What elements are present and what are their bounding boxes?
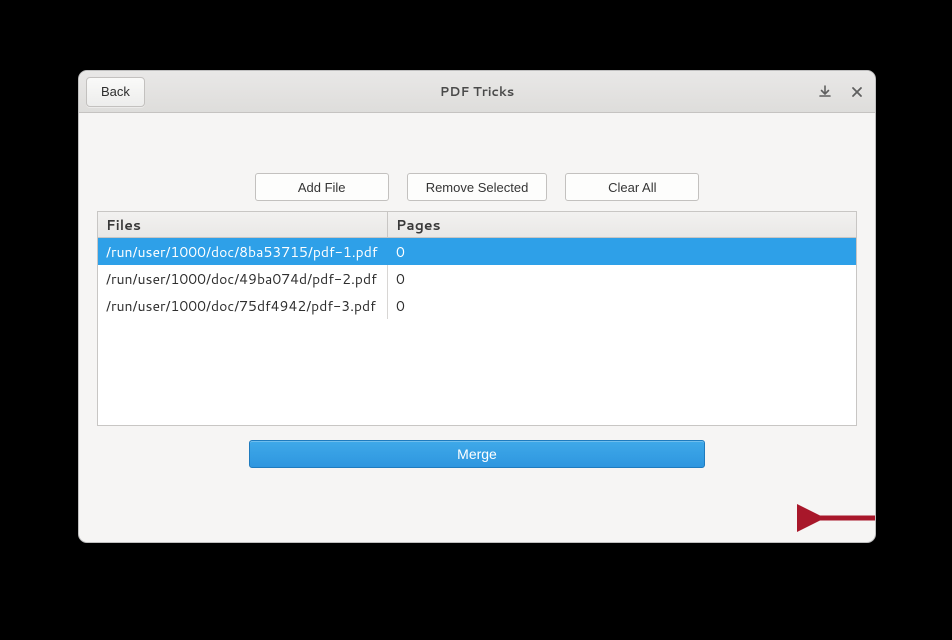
- action-toolbar: Add File Remove Selected Clear All: [97, 173, 857, 201]
- download-icon[interactable]: [815, 82, 835, 102]
- window-title: PDF Tricks: [79, 83, 875, 101]
- remove-selected-button[interactable]: Remove Selected: [407, 173, 548, 201]
- cell-pages: 0: [388, 238, 856, 265]
- table-row[interactable]: /run/user/1000/doc/49ba074d/pdf-2.pdf 0: [98, 265, 856, 292]
- titlebar-controls: [815, 71, 867, 112]
- cell-file: /run/user/1000/doc/49ba074d/pdf-2.pdf: [98, 265, 388, 292]
- merge-row: Merge: [97, 440, 857, 468]
- cell-pages: 0: [388, 265, 856, 292]
- merge-button[interactable]: Merge: [249, 440, 705, 468]
- column-header-files[interactable]: Files: [98, 212, 388, 237]
- table-body: /run/user/1000/doc/8ba53715/pdf-1.pdf 0 …: [98, 238, 856, 425]
- table-row[interactable]: /run/user/1000/doc/8ba53715/pdf-1.pdf 0: [98, 238, 856, 265]
- cell-file: /run/user/1000/doc/75df4942/pdf-3.pdf: [98, 292, 388, 319]
- add-file-button[interactable]: Add File: [255, 173, 389, 201]
- content-area: Add File Remove Selected Clear All Files…: [79, 113, 875, 542]
- table-header: Files Pages: [98, 212, 856, 238]
- titlebar: Back PDF Tricks: [79, 71, 875, 113]
- back-button[interactable]: Back: [86, 77, 145, 107]
- app-window: Back PDF Tricks Add File Remove Selected…: [78, 70, 876, 543]
- cell-file: /run/user/1000/doc/8ba53715/pdf-1.pdf: [98, 238, 388, 265]
- table-row[interactable]: /run/user/1000/doc/75df4942/pdf-3.pdf 0: [98, 292, 856, 319]
- column-header-pages[interactable]: Pages: [388, 212, 856, 237]
- cell-pages: 0: [388, 292, 856, 319]
- files-table: Files Pages /run/user/1000/doc/8ba53715/…: [97, 211, 857, 426]
- close-icon[interactable]: [847, 82, 867, 102]
- clear-all-button[interactable]: Clear All: [565, 173, 699, 201]
